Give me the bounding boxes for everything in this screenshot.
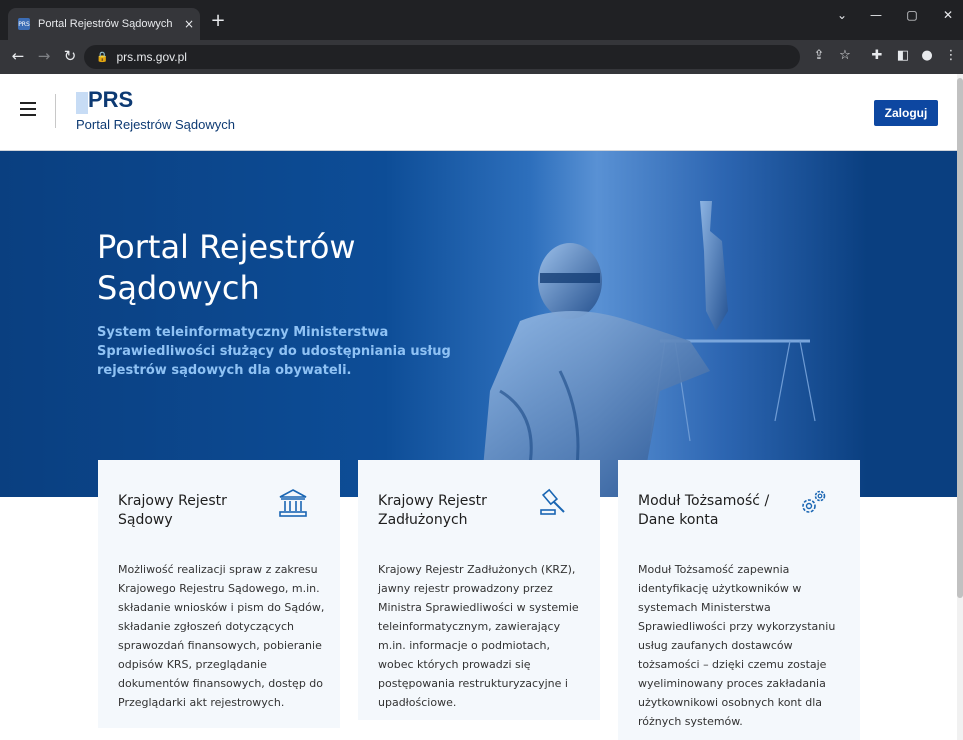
address-bar[interactable]: 🔒 prs.ms.gov.pl [84, 45, 800, 69]
extensions-icon[interactable]: ✚ [868, 48, 886, 63]
card-title[interactable]: Krajowy Rejestr Zadłużonych [378, 492, 528, 530]
reload-icon[interactable]: ↻ [60, 47, 80, 65]
tab-title: Portal Rejestrów Sądowych [38, 18, 173, 30]
browser-tab[interactable]: PRS Portal Rejestrów Sądowych × [8, 8, 200, 40]
scrollbar-thumb[interactable] [957, 78, 963, 598]
lock-icon: 🔒 [96, 51, 109, 63]
card-description: Krajowy Rejestr Zadłużonych (KRZ), jawny… [378, 563, 579, 709]
site-header: PRS Portal Rejestrów Sądowych Zaloguj [0, 74, 963, 151]
login-button[interactable]: Zaloguj [874, 100, 938, 126]
profile-icon[interactable]: ● [918, 48, 936, 63]
new-tab-button[interactable]: + [208, 10, 228, 31]
browser-toolbar: ← → ↻ 🔒 prs.ms.gov.pl ⇪ ☆ ✚ ◧ ● ⋮ [0, 40, 963, 74]
courthouse-icon [279, 489, 307, 517]
hero-title-line2: Sądowych [97, 269, 260, 307]
card-title[interactable]: Krajowy Rejestr Sądowy [118, 492, 268, 530]
card-krs[interactable]: Krajowy Rejestr Sądowy Możliwość realiza… [98, 460, 340, 728]
card-description: Moduł Tożsamość zapewnia identyfikację u… [638, 563, 836, 728]
close-window-button[interactable]: ✕ [938, 8, 958, 22]
hero-title-line1: Portal Rejestrów [97, 228, 356, 266]
card-description: Możliwość realizacji spraw z zakresu Kra… [118, 563, 325, 709]
back-arrow-icon[interactable]: ← [8, 47, 28, 65]
lady-justice-illustration [480, 201, 816, 497]
tab-search-chevron-icon[interactable]: ⌄ [832, 8, 852, 22]
card-title[interactable]: Moduł Tożsamość / Dane konta [638, 492, 788, 530]
header-divider [55, 94, 56, 128]
hamburger-menu-icon[interactable] [20, 102, 36, 116]
card-krz[interactable]: Krajowy Rejestr Zadłużonych Krajowy Reje… [358, 460, 600, 720]
site-logo[interactable]: PRS [88, 87, 133, 113]
minimize-button[interactable]: — [866, 8, 886, 22]
menu-dots-icon[interactable]: ⋮ [942, 48, 960, 63]
card-tozsamosc[interactable]: Moduł Tożsamość / Dane konta Moduł Tożsa… [618, 460, 860, 740]
logo-accent [76, 92, 88, 114]
gears-icon [802, 490, 826, 513]
gavel-icon [540, 488, 565, 515]
side-panel-icon[interactable]: ◧ [894, 48, 912, 63]
hero-subtitle: System teleinformatyczny Ministerstwa Sp… [97, 325, 451, 378]
hero-banner: Portal Rejestrów Sądowych System teleinf… [0, 151, 963, 497]
share-icon[interactable]: ⇪ [810, 48, 828, 63]
maximize-button[interactable]: ▢ [902, 8, 922, 22]
favicon-icon: PRS [18, 18, 30, 30]
tab-close-icon[interactable]: × [182, 17, 196, 31]
site-logo-subtitle[interactable]: Portal Rejestrów Sądowych [76, 117, 235, 132]
browser-tab-bar: PRS Portal Rejestrów Sądowych × + ⌄ — ▢ … [0, 0, 963, 40]
hero-title: Portal Rejestrów Sądowych [97, 227, 356, 309]
bookmark-star-icon[interactable]: ☆ [836, 48, 854, 63]
forward-arrow-icon[interactable]: → [34, 47, 54, 65]
url-text: prs.ms.gov.pl [116, 50, 187, 64]
